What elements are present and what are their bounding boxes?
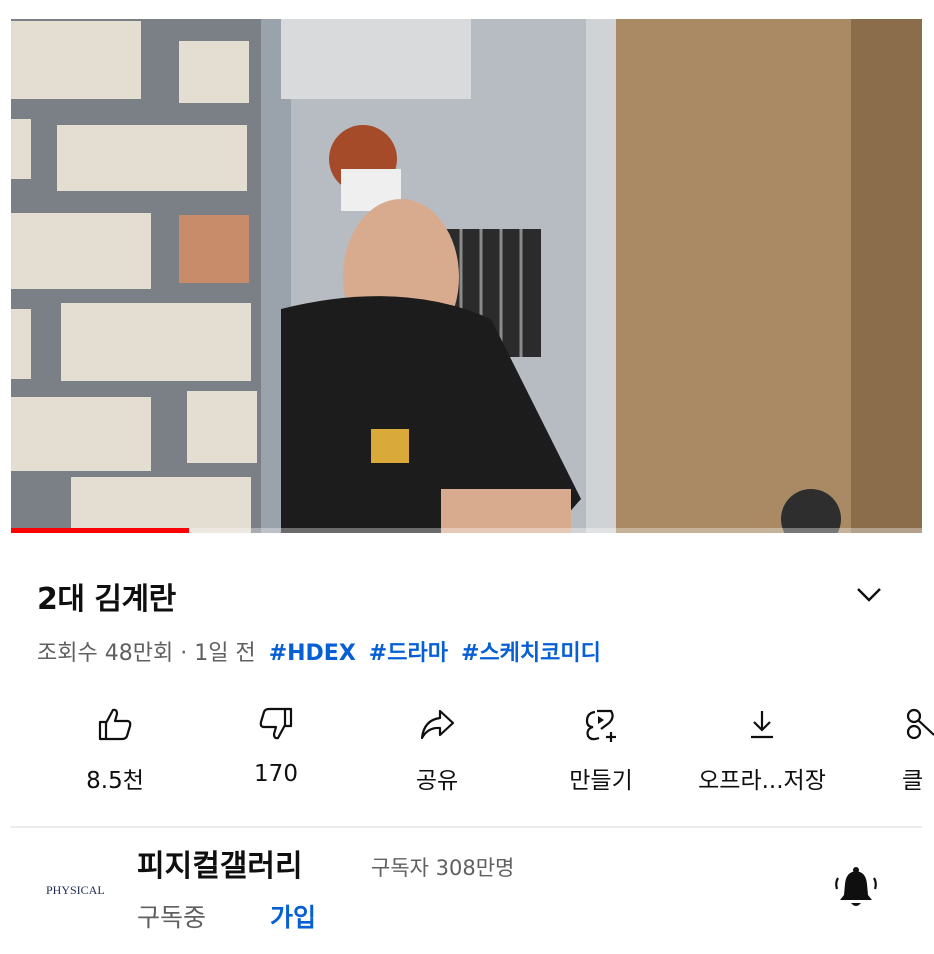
join-button[interactable]: 가입 — [270, 898, 316, 934]
channel-avatar[interactable]: PHYSICAL — [44, 868, 106, 908]
video-frame — [11, 19, 922, 533]
video-metadata: 조회수 48만회 · 1일 전 #HDEX #드라마 #스케치코미디 — [37, 635, 601, 667]
clip-label: 클 — [902, 768, 924, 794]
share-icon — [420, 709, 455, 740]
hashtag-link[interactable]: #드라마 — [369, 641, 448, 666]
notification-bell-button[interactable] — [831, 864, 881, 914]
meta-separator: · — [180, 641, 188, 666]
action-bar: 8.5천 170 공유 만들기 오프라...저장 클 — [0, 697, 934, 807]
channel-logo: PHYSICAL — [46, 883, 105, 897]
expand-description-button[interactable] — [852, 580, 886, 610]
hashtag-link[interactable]: #HDEX — [269, 641, 356, 666]
like-button[interactable]: 8.5천 — [45, 697, 185, 803]
clip-button[interactable]: 클 — [896, 697, 934, 803]
download-icon — [751, 711, 773, 739]
dislike-button[interactable]: 170 — [206, 697, 346, 803]
view-count: 조회수 48만회 — [37, 641, 174, 666]
bell-icon — [835, 867, 877, 906]
svg-text:PHYSICAL: PHYSICAL — [46, 883, 105, 897]
thumbs-up-icon — [98, 708, 132, 741]
thumbs-down-icon — [259, 707, 293, 740]
divider — [11, 826, 922, 828]
video-title: 2대 김계란 — [37, 582, 176, 617]
remix-label: 만들기 — [569, 768, 633, 794]
download-button[interactable]: 오프라...저장 — [692, 697, 832, 803]
remix-button[interactable]: 만들기 — [531, 697, 671, 803]
progress-bar-fill — [11, 528, 189, 533]
video-player[interactable] — [11, 19, 922, 533]
download-label: 오프라...저장 — [698, 768, 826, 794]
hashtag-link[interactable]: #스케치코미디 — [461, 641, 601, 666]
like-count: 8.5천 — [86, 768, 144, 794]
share-button[interactable]: 공유 — [367, 697, 507, 803]
channel-name[interactable]: 피지컬갤러리 — [137, 841, 303, 885]
share-label: 공유 — [415, 768, 459, 794]
dislike-count: 170 — [254, 761, 298, 787]
progress-bar[interactable] — [11, 528, 922, 533]
chevron-down-icon — [857, 588, 881, 602]
remix-icon — [585, 709, 616, 742]
subscribed-status[interactable]: 구독중 — [137, 898, 206, 934]
subscriber-count: 구독자 308만명 — [371, 856, 515, 880]
upload-age: 1일 전 — [194, 641, 256, 666]
clip-icon — [906, 708, 934, 740]
